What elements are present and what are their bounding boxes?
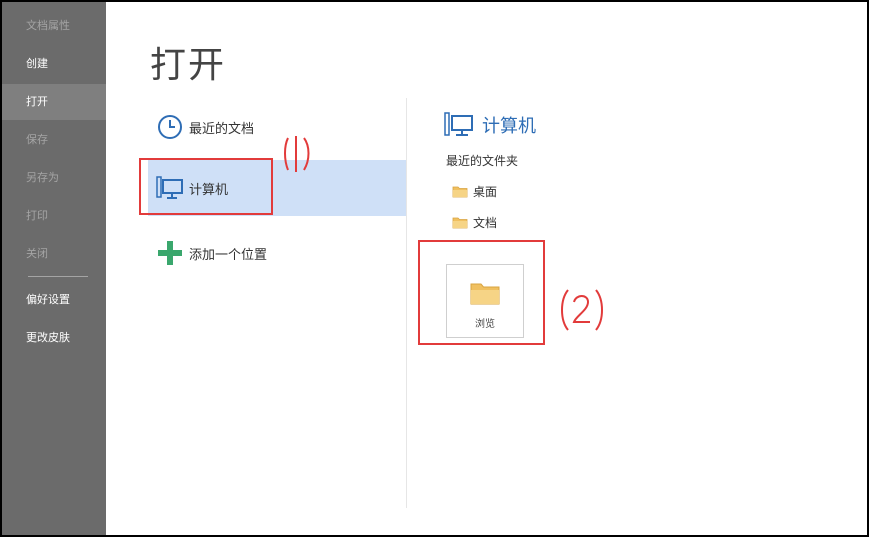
recent-folders-label: 最近的文件夹 <box>446 154 519 168</box>
folder-item-desktop[interactable]: 桌面 <box>452 179 497 203</box>
section-title: 计算机 <box>444 110 536 140</box>
place-add-location-label: 添加一个位置 <box>189 247 268 263</box>
sidebar-divider <box>28 276 88 277</box>
annotation-box-browse <box>418 240 545 345</box>
clock-icon <box>155 112 185 142</box>
folder-item-desktop-label: 桌面 <box>473 184 498 199</box>
sidebar-item-save-as[interactable]: 另存为 <box>2 160 106 196</box>
sidebar-item-preferences[interactable]: 偏好设置 <box>2 282 106 318</box>
place-recent-documents[interactable]: 最近的文档 <box>148 102 402 152</box>
sidebar-item-print[interactable]: 打印 <box>2 198 106 234</box>
place-add-location[interactable]: 添加一个位置 <box>148 228 402 278</box>
backstage-sidebar: 文档属性 创建 打开 保存 另存为 打印 关闭 偏好设置 更改皮肤 <box>2 2 106 535</box>
sidebar-item-close[interactable]: 关闭 <box>2 236 106 272</box>
folder-item-documents-label: 文档 <box>473 215 498 230</box>
sidebar-item-document-properties[interactable]: 文档属性 <box>2 8 106 44</box>
sidebar-item-open[interactable]: 打开 <box>2 84 106 120</box>
sidebar-item-save[interactable]: 保存 <box>2 122 106 158</box>
plus-icon <box>155 238 185 268</box>
computer-icon <box>444 111 474 139</box>
annotation-box-computer <box>139 158 273 215</box>
places-list: 最近的文档 计算机 添加一个位置 <box>108 2 408 535</box>
column-divider <box>406 98 407 508</box>
folder-icon <box>452 184 468 198</box>
folder-item-documents[interactable]: 文档 <box>452 210 497 234</box>
annotation-number-1 <box>284 136 310 172</box>
section-title-label: 计算机 <box>482 116 536 137</box>
app-window: 文档属性 创建 打开 保存 另存为 打印 关闭 偏好设置 更改皮肤 打开 最近的… <box>2 2 867 535</box>
sidebar-item-change-skin[interactable]: 更改皮肤 <box>2 320 106 356</box>
folder-icon <box>452 215 468 229</box>
sidebar-item-create[interactable]: 创建 <box>2 46 106 82</box>
place-recent-documents-label: 最近的文档 <box>189 121 255 137</box>
annotation-number-2 <box>561 289 603 331</box>
